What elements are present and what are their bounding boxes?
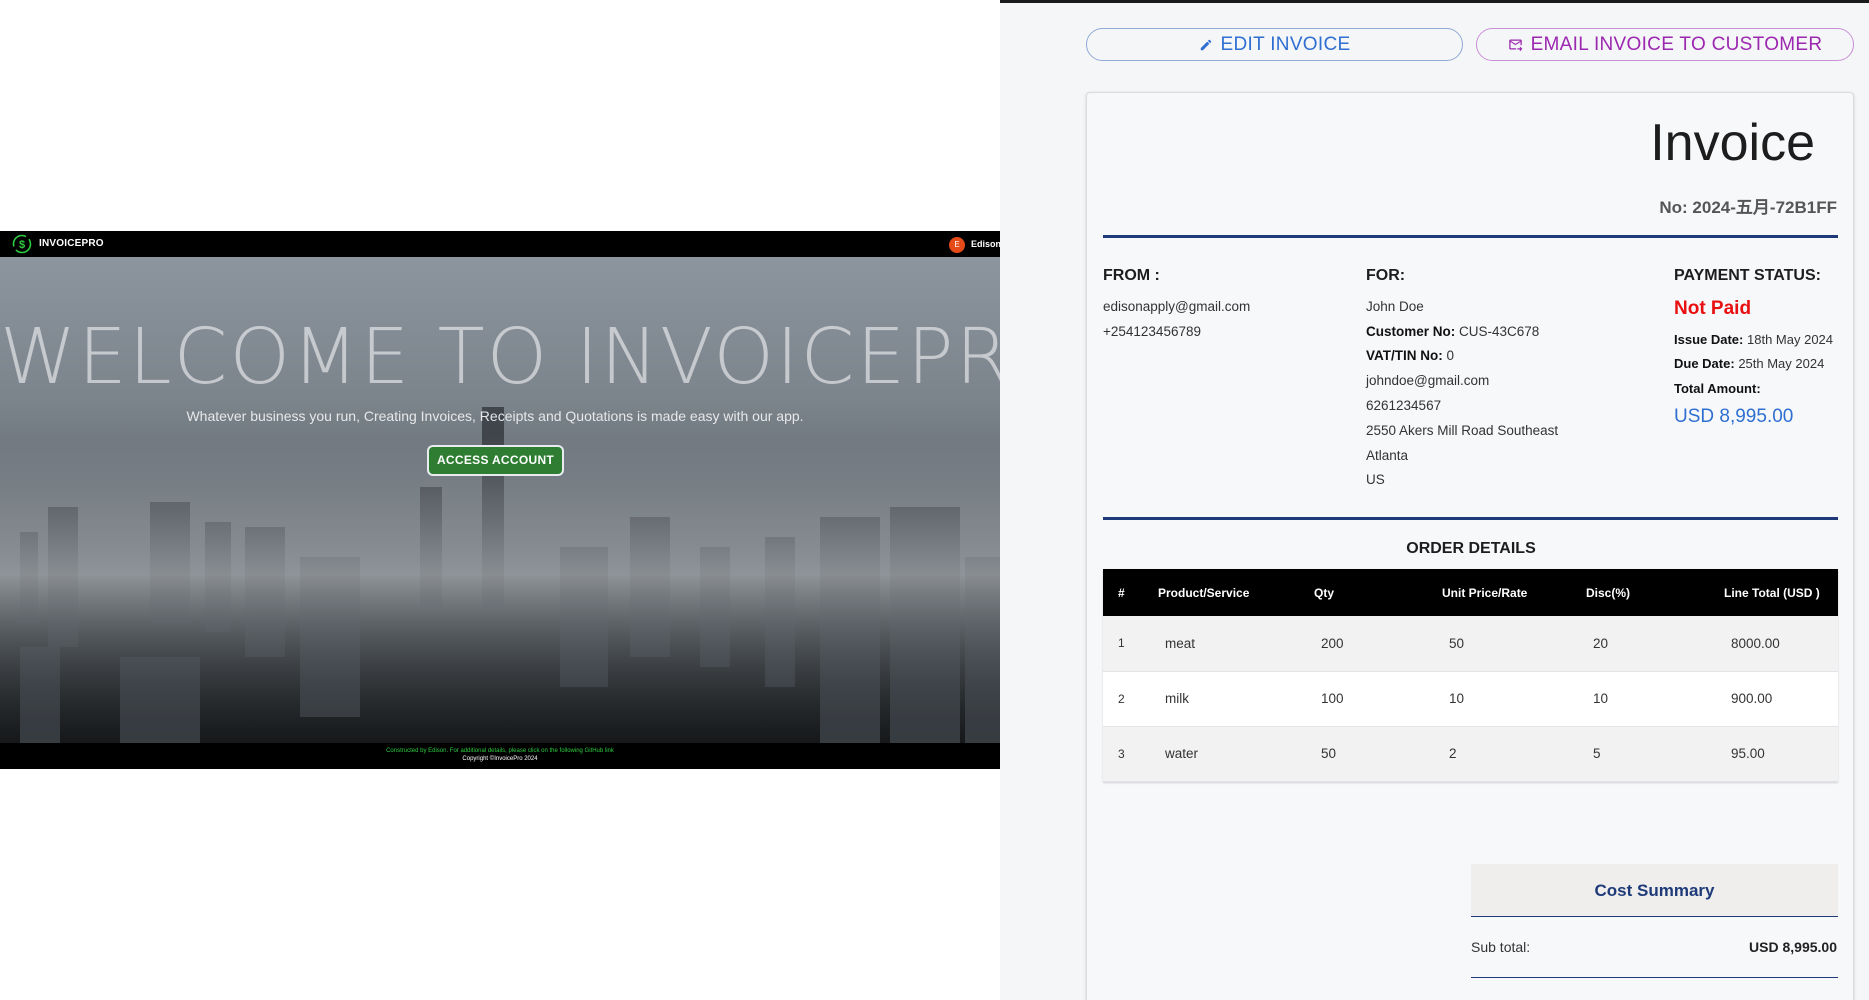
vat-value: 0 [1446,348,1455,363]
hero-subtitle: Whatever business you run, Creating Invo… [186,408,804,424]
customer-no-label: Customer No: [1366,324,1456,339]
landing-page-screenshot: $ INVOICEPRO E Edisona [0,231,1000,769]
table-row: 2 milk 100 10 10 900.00 [1103,671,1838,727]
row-number: 1 [1103,616,1143,672]
issue-date-value: 18th May 2024 [1747,332,1834,347]
email-send-icon [1508,39,1522,52]
status-badge: Not Paid [1674,298,1752,319]
from-email: edisonapply@gmail.com [1103,299,1251,314]
invoice-number: No: 2024-五月-72B1FF [1659,198,1837,217]
unit-price-cell: 10 [1427,671,1571,727]
app-logo-icon[interactable]: $ [12,234,32,254]
product-cell: water [1143,726,1299,782]
email-invoice-button[interactable]: EMAIL INVOICE TO CUSTOMER [1476,28,1854,61]
access-account-button[interactable]: ACCESS ACCOUNT [427,445,564,476]
from-phone: +254123456789 [1103,324,1201,339]
line-total-cell: 900.00 [1709,671,1838,727]
email-invoice-label: EMAIL INVOICE TO CUSTOMER [1530,33,1823,55]
discount-cell: 5 [1571,726,1709,782]
column-header: Unit Price/Rate [1427,569,1571,616]
top-navbar: $ INVOICEPRO E Edisona [0,231,1000,257]
product-cell: milk [1143,671,1299,727]
customer-email: johndoe@gmail.com [1366,373,1490,388]
order-table: # Product/Service Qty Unit Price/Rate Di… [1103,569,1838,782]
subtotal-value: USD 8,995.00 [1749,939,1837,955]
column-header: Disc(%) [1571,569,1709,616]
from-heading: FROM : [1103,267,1160,284]
edit-invoice-label: EDIT INVOICE [1220,33,1351,55]
customer-name: John Doe [1366,299,1424,314]
discount-cell: 10 [1571,671,1709,727]
due-date: Due Date: 25th May 2024 [1674,356,1824,371]
qty-cell: 50 [1299,726,1427,782]
customer-country: US [1366,472,1385,487]
issue-date: Issue Date: 18th May 2024 [1674,332,1833,347]
footer-copyright: Copyright ©InvoicePro 2024 [462,756,538,762]
vat-label: VAT/TIN No: [1366,348,1443,363]
customer-no: Customer No: CUS-43C678 [1366,324,1539,339]
unit-price-cell: 50 [1427,616,1571,672]
footer-credit-link[interactable]: Constructed by Edison. For additional de… [0,748,1000,754]
pencil-icon [1200,39,1211,50]
table-row: 1 meat 200 50 20 8000.00 [1103,616,1838,672]
row-number: 3 [1103,726,1143,782]
line-total-cell: 95.00 [1709,726,1838,782]
customer-phone: 6261234567 [1366,398,1442,413]
total-amount-value: USD 8,995.00 [1674,406,1794,427]
divider [1103,235,1838,238]
order-details-heading: ORDER DETAILS [1406,540,1536,557]
total-amount-label-text: Total Amount: [1674,381,1761,396]
line-total-cell: 8000.00 [1709,616,1838,672]
row-number: 2 [1103,671,1143,727]
hero-section: WELCOME TO INVOICEPRO Whatever business … [0,257,1000,743]
due-date-value: 25th May 2024 [1738,356,1825,371]
column-header: Product/Service [1143,569,1299,616]
divider [1471,977,1838,978]
edit-invoice-button[interactable]: EDIT INVOICE [1086,28,1463,61]
for-heading: FOR: [1366,267,1406,284]
avatar[interactable]: E [949,237,965,253]
qty-cell: 100 [1299,671,1427,727]
customer-no-value: CUS-43C678 [1459,324,1540,339]
divider [1103,517,1838,520]
unit-price-cell: 2 [1427,726,1571,782]
svg-text:$: $ [19,239,25,251]
brand-name[interactable]: INVOICEPRO [39,238,104,249]
invoice-title: Invoice [1650,114,1815,172]
total-amount-label: Total Amount: [1674,381,1761,396]
payment-status-heading: PAYMENT STATUS: [1674,267,1821,284]
column-header: Line Total (USD ) [1709,569,1838,616]
cost-summary-heading: Cost Summary [1471,864,1838,917]
subtotal-label: Sub total: [1471,939,1531,955]
customer-street: 2550 Akers Mill Road Southeast [1366,423,1559,438]
discount-cell: 20 [1571,616,1709,672]
due-date-label: Due Date: [1674,356,1735,371]
column-header: # [1103,569,1143,616]
invoice-card: Invoice No: 2024-五月-72B1FF FROM : edison… [1086,92,1854,1000]
table-row: 3 water 50 2 5 95.00 [1103,726,1838,782]
table-header-row: # Product/Service Qty Unit Price/Rate Di… [1103,569,1838,616]
vat-no: VAT/TIN No: 0 [1366,348,1454,363]
issue-date-label: Issue Date: [1674,332,1744,347]
user-name[interactable]: Edisona [971,239,1000,249]
product-cell: meat [1143,616,1299,672]
qty-cell: 200 [1299,616,1427,672]
column-header: Qty [1299,569,1427,616]
landing-footer: Constructed by Edison. For additional de… [0,743,1000,769]
top-border [1000,0,1869,3]
invoice-view: EDIT INVOICE EMAIL INVOICE TO CUSTOMER I… [1000,0,1869,1000]
customer-city: Atlanta [1366,448,1409,463]
hero-title: WELCOME TO INVOICEPRO [0,313,1000,402]
